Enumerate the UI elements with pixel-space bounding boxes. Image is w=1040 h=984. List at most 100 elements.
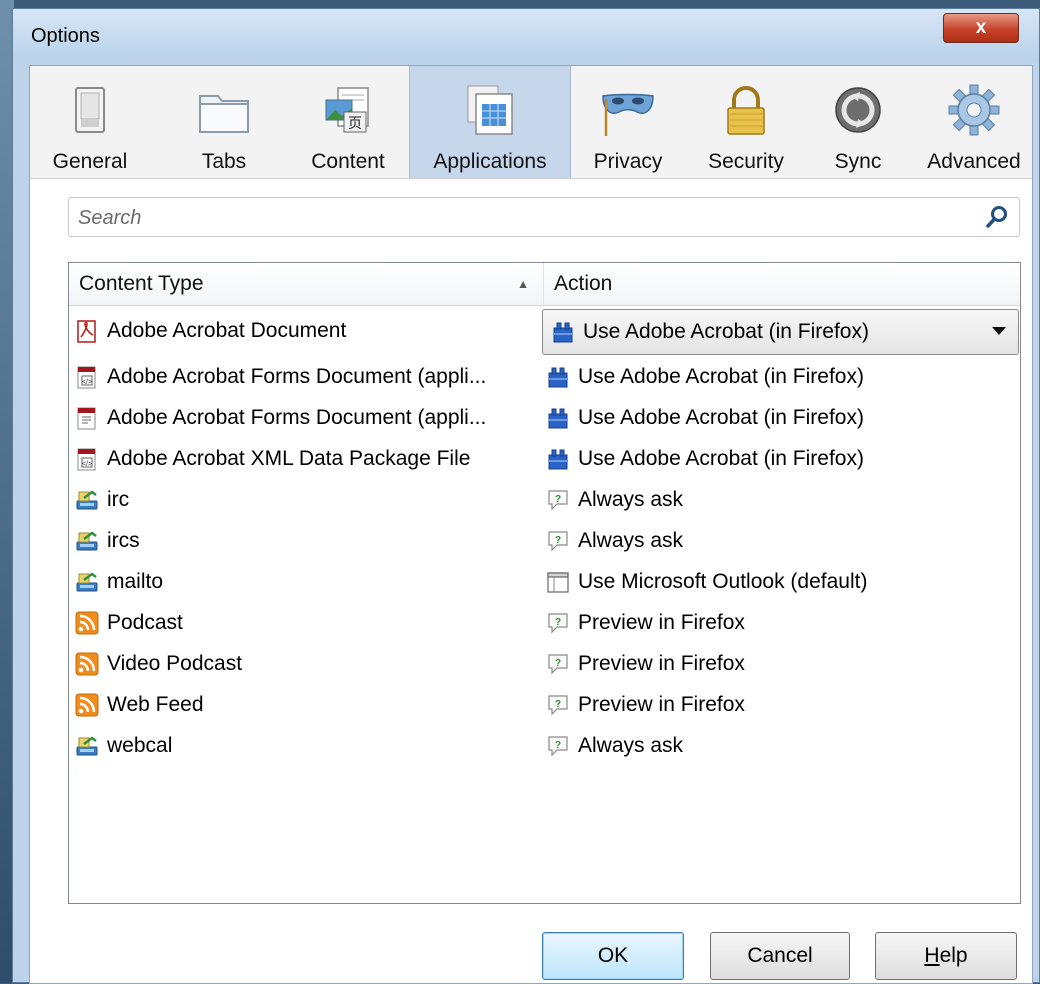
table-row[interactable]: Podcast? Preview in Firefox (69, 602, 1020, 643)
content-type-cell: Adobe Acrobat Forms Document (appli... (75, 397, 541, 438)
tab-label: General (52, 150, 128, 173)
content-type-label: Adobe Acrobat Document (107, 319, 347, 342)
column-header-content-type[interactable]: Content Type ▲ (69, 263, 544, 305)
action-label: Use Adobe Acrobat (in Firefox) (578, 364, 864, 388)
table-row[interactable]: </> Adobe Acrobat Forms Document (appli..… (69, 356, 1020, 397)
search-input[interactable] (69, 198, 960, 238)
content-type-label: Web Feed (107, 692, 204, 716)
ask-icon: ? (548, 530, 568, 551)
protocol-icon (76, 735, 98, 755)
content-type-cell: mailto (75, 561, 541, 602)
action-label: Preview in Firefox (578, 610, 745, 634)
tab-label: Privacy (593, 150, 663, 173)
dialog-body: General Tabs 页 Content Applications Priv… (29, 65, 1033, 984)
acrobat-plugin-icon (553, 322, 573, 343)
content-type-label: Adobe Acrobat XML Data Package File (107, 446, 471, 470)
content-type-label: Video Podcast (107, 651, 243, 675)
svg-text:?: ? (555, 494, 561, 505)
content-type-label: Adobe Acrobat Forms Document (appli... (107, 405, 487, 429)
column-header-action[interactable]: Action (544, 263, 1020, 305)
protocol-icon (76, 489, 98, 509)
table-rows: Adobe Acrobat Document Use Adobe Acrobat … (69, 306, 1020, 766)
pdf-icon (77, 320, 96, 343)
tab-sync[interactable]: Sync (812, 66, 904, 178)
feed-icon (75, 611, 99, 634)
action-cell: ? Preview in Firefox (546, 643, 1016, 684)
table-row[interactable]: ircs? Always ask (69, 520, 1020, 561)
content-type-label: irc (107, 487, 130, 511)
action-label: Use Adobe Acrobat (in Firefox) (578, 446, 864, 470)
help-mnemonic: H (924, 944, 940, 967)
table-row[interactable]: irc? Always ask (69, 479, 1020, 520)
content-type-cell: Video Podcast (75, 643, 541, 684)
acrobat-plugin-icon (548, 367, 568, 387)
table-row[interactable]: Video Podcast? Preview in Firefox (69, 643, 1020, 684)
table-row[interactable]: mailto Use Microsoft Outlook (default) (69, 561, 1020, 602)
help-label: elp (939, 944, 968, 967)
table-row[interactable]: Web Feed ? Preview in Firefox (69, 684, 1020, 725)
content-type-cell: </> Adobe Acrobat Forms Document (appli..… (75, 356, 541, 397)
tab-label: Tabs (201, 150, 247, 173)
svg-text:页: 页 (348, 115, 362, 131)
content-type-label: mailto (107, 569, 164, 593)
table-row[interactable]: Adobe Acrobat Forms Document (appli... Us… (69, 397, 1020, 438)
column-header-label: Content Type (79, 272, 204, 295)
ask-icon: ? (548, 653, 568, 674)
gear-icon (948, 84, 1000, 136)
application-icon (547, 571, 569, 593)
action-cell: Use Microsoft Outlook (default) (546, 561, 1016, 602)
action-cell: ? Preview in Firefox (546, 602, 1016, 643)
tab-privacy[interactable]: Privacy (576, 66, 680, 178)
action-cell: Use Adobe Acrobat (in Firefox) (546, 397, 1016, 438)
table-row[interactable]: </> Adobe Acrobat XML Data Package File Us… (69, 438, 1020, 479)
title-bar[interactable]: Options x (13, 9, 1039, 61)
svg-text:?: ? (555, 740, 561, 751)
tab-security[interactable]: Security (690, 66, 802, 178)
content-type-label: ircs (107, 528, 140, 552)
svg-text:</>: </> (82, 461, 92, 468)
acrobat-plugin-icon (548, 449, 568, 469)
action-label: Always ask (578, 528, 684, 552)
close-button[interactable]: x (943, 13, 1019, 43)
ask-icon: ? (548, 694, 568, 715)
tab-advanced[interactable]: Advanced (916, 66, 1032, 178)
action-label: Preview in Firefox (578, 651, 745, 675)
sort-ascending-icon: ▲ (517, 277, 529, 291)
svg-text:?: ? (555, 658, 561, 669)
ask-icon: ? (548, 612, 568, 633)
content-type-cell: </> Adobe Acrobat XML Data Package File (75, 438, 541, 479)
feed-icon (75, 652, 99, 675)
tab-label: Sync (834, 150, 882, 173)
action-cell: ? Preview in Firefox (546, 684, 1016, 725)
tab-applications[interactable]: Applications (409, 66, 571, 178)
search-icon[interactable] (985, 205, 1009, 229)
content-type-cell: Web Feed (75, 684, 541, 725)
content-icon: 页 (325, 87, 369, 133)
action-label: Always ask (578, 733, 684, 757)
window-title: Options (31, 25, 100, 47)
content-type-cell: webcal (75, 725, 541, 766)
padlock-icon (727, 86, 765, 135)
action-dropdown[interactable]: Use Adobe Acrobat (in Firefox) (542, 309, 1019, 355)
action-label: Use Adobe Acrobat (in Firefox) (583, 320, 869, 343)
table-row[interactable]: webcal? Always ask (69, 725, 1020, 766)
action-cell: ? Always ask (546, 725, 1016, 766)
search-box (68, 197, 1020, 238)
ask-icon: ? (548, 735, 568, 756)
tab-general[interactable]: General (38, 66, 142, 178)
switch-icon (75, 87, 105, 133)
tab-tabs[interactable]: Tabs (178, 66, 270, 178)
help-button[interactable]: Help (875, 932, 1017, 980)
action-label: Use Adobe Acrobat (in Firefox) (578, 405, 864, 429)
cancel-button[interactable]: Cancel (710, 932, 850, 980)
svg-text:</>: </> (82, 379, 92, 386)
tab-label: Security (708, 150, 784, 173)
svg-text:?: ? (555, 535, 561, 546)
acrobat-forms-icon: </> (77, 366, 96, 388)
mask-icon (602, 93, 654, 136)
tab-content[interactable]: 页 Content (292, 66, 404, 178)
table-row[interactable]: Adobe Acrobat Document Use Adobe Acrobat … (69, 306, 1020, 356)
action-cell: Use Adobe Acrobat (in Firefox) (546, 356, 1016, 397)
ok-button[interactable]: OK (542, 932, 684, 980)
content-type-label: Adobe Acrobat Forms Document (appli... (107, 364, 487, 388)
